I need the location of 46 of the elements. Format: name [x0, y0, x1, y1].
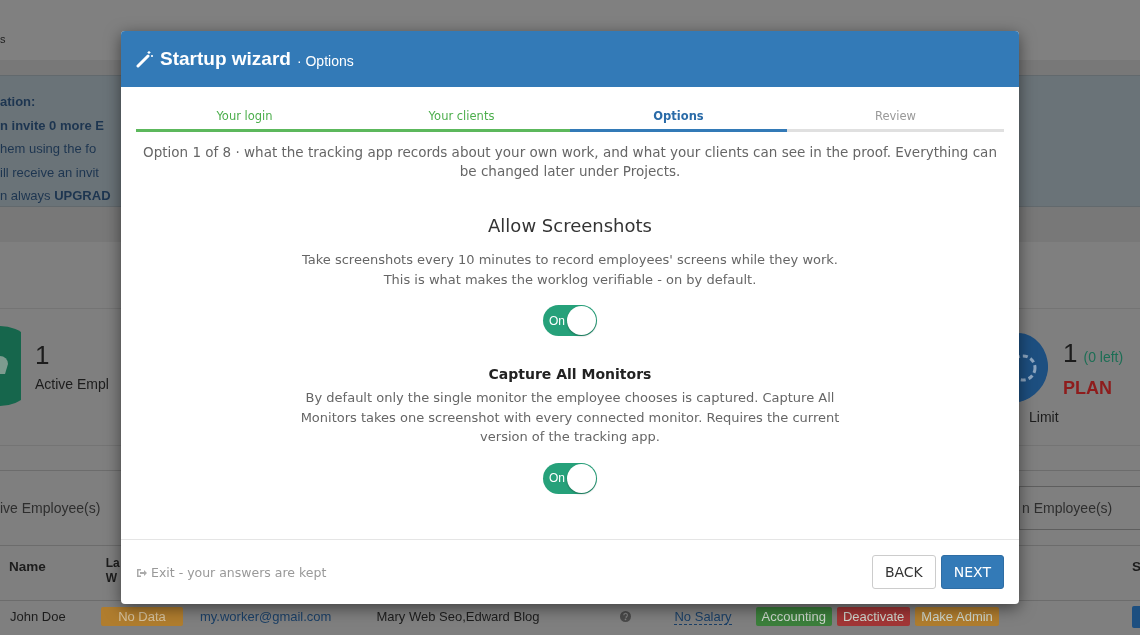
action-button[interactable] [1132, 605, 1140, 628]
email-link[interactable]: my.worker@gmail.com [200, 609, 332, 624]
notice-text: n invite 0 more E [0, 116, 105, 135]
option-title: Allow Screenshots [488, 215, 652, 236]
back-button[interactable]: BACK [871, 555, 936, 589]
stat-label: Limit [1029, 409, 1060, 425]
salary-link[interactable]: No Salary [674, 608, 732, 625]
exit-link[interactable]: Exit - your answers are kept [136, 564, 327, 580]
wizard-step[interactable]: Review [787, 109, 1004, 132]
stat-note: (0 left) [1083, 349, 1124, 365]
section-heading: ive Employee(s) [0, 500, 101, 516]
toggle-switch[interactable]: On [543, 462, 597, 494]
dialog-title: Startup wizard [160, 48, 291, 70]
notice-text: hem using the fo [0, 140, 97, 158]
intro-text: Option 1 of 8 · what the tracking app records about your own work, and what your clients can see in the proof. Everything can be changed later under Projects. [142, 143, 998, 181]
column-header: La [105, 556, 120, 571]
option-description: By default only the single monitor the employee chooses is captured. Capture All Monitors takes one screenshot with every connected monitor. Requires the current version of the tracking app. [299, 389, 841, 446]
stat-label: Active Empl [35, 376, 109, 392]
notice-text: ill receive an invit [0, 163, 99, 182]
next-button[interactable]: NEXT [940, 555, 1004, 589]
wizard-step[interactable]: Options [570, 109, 787, 132]
status-badge: No Data [101, 607, 183, 626]
option-title: Capture All Monitors [488, 366, 652, 382]
column-header: W [105, 571, 119, 586]
option-description: Take screenshots every 10 minutes to record employees' screens while they work. [301, 251, 839, 269]
option-description: This is what makes the worklog verifiable - on by default. [382, 270, 758, 289]
plan-label: PLAN [1063, 378, 1113, 399]
stat-value: 1 [1063, 338, 1078, 368]
action-button[interactable]: Deactivate [836, 607, 911, 626]
magic-wand-icon [136, 50, 154, 68]
dialog-subtitle: · Options [296, 53, 354, 69]
header-text: s [0, 33, 6, 45]
action-button[interactable]: Accounting [755, 607, 832, 626]
action-button[interactable]: Make Admin [915, 607, 999, 626]
notice-text: ation: [0, 93, 36, 111]
column-header: S [1132, 559, 1140, 574]
wizard-step[interactable]: Your clients [353, 109, 570, 132]
search-field[interactable]: n Employee(s) [1019, 486, 1140, 530]
table-cell-text: John Doe [10, 609, 67, 624]
wizard-step[interactable]: Your login [136, 109, 353, 132]
toggle-switch[interactable]: On [543, 305, 597, 336]
table-cell: Mary Web Seo,Edward Blog [376, 609, 540, 624]
stat-value: 1 [35, 340, 51, 370]
column-header: Name [9, 559, 46, 576]
help-icon [620, 611, 632, 622]
notice-text: n always UPGRAD [0, 187, 111, 205]
